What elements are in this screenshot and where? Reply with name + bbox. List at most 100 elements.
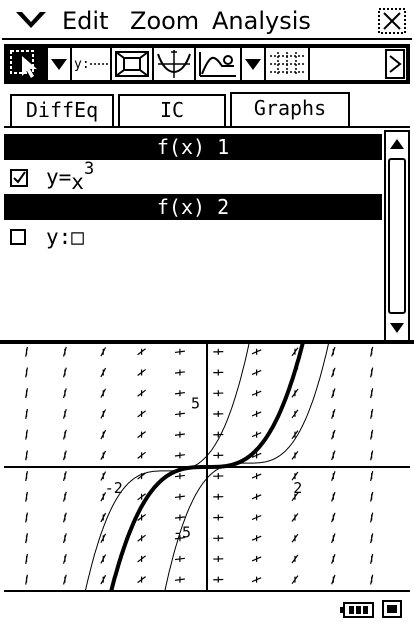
- list-item[interactable]: y=x3: [4, 159, 382, 196]
- direction-mark: [62, 450, 67, 461]
- direction-mark: [62, 574, 67, 585]
- direction-mark: [331, 471, 336, 481]
- svg-text:y:: y:: [74, 57, 90, 72]
- sketch-icon[interactable]: [196, 48, 240, 80]
- direction-mark: [25, 512, 29, 523]
- direction-mark: [25, 408, 29, 419]
- status-bar: [0, 592, 414, 628]
- tab-graphs[interactable]: Graphs: [230, 92, 350, 126]
- graph-window[interactable]: 5 -5 -2 2: [4, 344, 410, 592]
- direction-mark: [62, 429, 67, 440]
- direction-mark: [100, 429, 107, 440]
- direction-mark: [291, 430, 299, 440]
- empty-input-box: □: [71, 225, 84, 249]
- direction-mark: [62, 491, 67, 502]
- direction-mark: [213, 576, 224, 583]
- expr-prefix: y:: [46, 225, 72, 249]
- direction-mark: [331, 429, 336, 440]
- tick-label-x-neg: -2: [105, 479, 123, 497]
- select-arrow-icon[interactable]: [8, 48, 46, 80]
- direction-mark: [213, 493, 224, 500]
- direction-mark: [291, 513, 299, 522]
- direction-mark: [137, 431, 146, 439]
- direction-mark: [25, 346, 29, 357]
- tab-ic[interactable]: IC: [118, 94, 226, 126]
- direction-mark: [62, 512, 67, 523]
- tick-label-x-pos: 2: [293, 479, 302, 497]
- direction-mark: [331, 491, 336, 502]
- direction-mark: [331, 409, 336, 419]
- direction-mark: [251, 473, 262, 480]
- trace-icon[interactable]: [154, 48, 194, 80]
- direction-mark: [100, 512, 107, 523]
- function-expression[interactable]: y:□: [46, 220, 84, 254]
- direction-mark: [213, 452, 224, 459]
- direction-mark: [62, 367, 67, 378]
- direction-mark: [370, 346, 374, 357]
- direction-mark: [213, 369, 224, 376]
- menu-zoom[interactable]: Zoom: [130, 8, 199, 34]
- scroll-up-icon[interactable]: [388, 136, 406, 152]
- direction-mark: [174, 390, 185, 397]
- direction-mark: [251, 410, 262, 417]
- grid-icon[interactable]: [266, 48, 308, 80]
- direction-mark: [291, 533, 299, 543]
- direction-mark: [25, 388, 29, 399]
- direction-mark: [100, 388, 107, 398]
- direction-mark: [174, 431, 185, 438]
- direction-mark: [100, 450, 107, 461]
- function-list: f(x) 1 y=x3 f(x) 2 y:□: [4, 128, 382, 336]
- direction-mark: [291, 409, 299, 419]
- direction-mark: [251, 390, 262, 397]
- dropdown-arrow-icon-2[interactable]: [242, 48, 264, 80]
- expr-exponent: 3: [83, 159, 95, 179]
- direction-mark: [174, 555, 185, 562]
- direction-mark: [62, 388, 67, 399]
- direction-mark: [291, 450, 299, 460]
- direction-mark: [137, 410, 146, 418]
- direction-mark: [213, 514, 224, 521]
- list-item[interactable]: y:□: [4, 220, 382, 254]
- direction-mark: [213, 390, 224, 397]
- checkbox-unchecked[interactable]: [10, 229, 26, 245]
- menu-analysis[interactable]: Analysis: [212, 8, 311, 34]
- direction-mark: [137, 348, 146, 356]
- direction-mark: [100, 533, 107, 543]
- direction-field-icon[interactable]: y:: [72, 48, 110, 80]
- tab-bar: DiffEq IC Graphs: [4, 88, 410, 128]
- direction-mark: [331, 367, 336, 378]
- down-chevron-icon[interactable]: [14, 8, 48, 34]
- direction-mark: [25, 491, 29, 502]
- direction-mark: [174, 348, 185, 355]
- menu-edit[interactable]: Edit: [62, 8, 108, 34]
- checkbox-checked[interactable]: [10, 169, 28, 187]
- direction-mark: [251, 514, 262, 521]
- zoom-box-icon[interactable]: [112, 48, 152, 80]
- direction-mark: [100, 347, 107, 357]
- scroll-thumb[interactable]: [388, 158, 406, 314]
- dropdown-arrow-icon[interactable]: [48, 48, 70, 80]
- scroll-down-icon[interactable]: [388, 320, 406, 336]
- direction-mark: [291, 388, 299, 398]
- direction-mark: [62, 346, 67, 357]
- tab-diffeq[interactable]: DiffEq: [10, 94, 114, 126]
- direction-mark: [100, 367, 107, 378]
- direction-mark: [370, 553, 374, 564]
- function-expression[interactable]: y=x3: [46, 159, 95, 196]
- battery-icon: [340, 602, 374, 618]
- direction-mark: [251, 348, 262, 355]
- stop-icon[interactable]: [382, 600, 402, 618]
- close-x-icon[interactable]: [378, 8, 406, 34]
- direction-mark: [25, 429, 29, 440]
- direction-mark: [25, 450, 29, 461]
- toolbar: y:: [4, 44, 410, 84]
- direction-mark: [213, 348, 224, 355]
- more-arrow-icon[interactable]: [310, 48, 406, 80]
- direction-mark: [331, 512, 336, 523]
- scrollbar[interactable]: [384, 130, 410, 342]
- direction-mark: [251, 369, 262, 376]
- direction-mark: [291, 554, 299, 564]
- direction-mark: [174, 369, 185, 376]
- direction-mark: [331, 533, 336, 544]
- direction-mark: [331, 574, 336, 585]
